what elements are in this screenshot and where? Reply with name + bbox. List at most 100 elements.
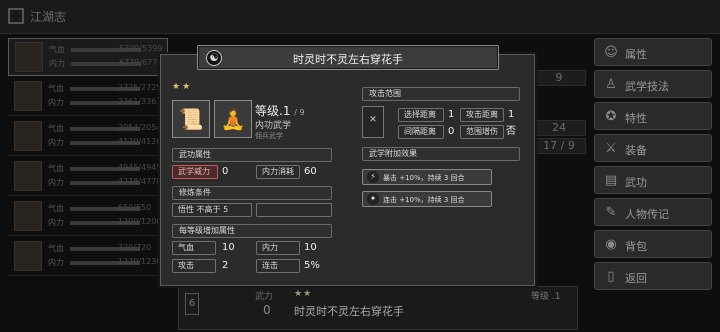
roster-row[interactable]: 气血 650/650 内力 1200/1200 [8,198,168,236]
effect-text: 连击 +10%，持续 3 回合 [383,196,465,204]
menu-bag-button[interactable]: ◉ 背包 [594,230,712,258]
menu-label: 返回 [625,272,647,285]
roster-value: 5399/5399 [119,44,163,53]
menu-traits-button[interactable]: ✪ 特性 [594,102,712,130]
roster-label: 气血 [48,204,64,213]
bonus-label: 内力 [256,241,300,255]
skill-level: 等级 .1 [531,292,561,302]
menu-equipment-button[interactable]: ⚔ 装备 [594,134,712,162]
bonus-label: 连击 [256,259,300,273]
bonus-value: 10 [222,242,235,253]
slot-number: 6 [185,293,199,315]
effect-item: ✦ 连击 +10%，持续 3 回合 [362,191,492,207]
stat-cell: 17 / 9 [532,138,586,154]
rank-stars: ★★ [172,82,193,92]
range-value: 1 [448,109,455,120]
roster-value: 3361/3361 [118,97,162,106]
level-text: 等级.1 [255,104,291,118]
cost-value: 60 [304,166,317,177]
skill-list-row[interactable]: 6 武力 0 ★★ 时灵时不灵左右穿花手 等级 .1 [178,286,578,330]
roster-row[interactable]: 气血 720/720 内力 1230/1230 [8,238,168,276]
roster-value: 1200/1200 [118,217,162,226]
roster-value: 720/720 [118,243,152,252]
menu-label: 属性 [625,48,647,61]
section-requirements: 修炼条件 [172,186,332,200]
roster-row[interactable]: 气血 2725/2725 内力 3361/3361 [8,78,168,116]
stat-cell: 24 [532,120,586,136]
menu-kungfu-button[interactable]: ▤ 武功 [594,166,712,194]
menu-label: 武功 [625,176,647,189]
trait-icon: ✪ [605,109,617,124]
roster-value: 4120/4120 [118,137,162,146]
range-label: 间隔距离 [398,125,444,139]
martial-icon: ♙ [605,77,617,92]
party-roster: 气血 5399/5399 内力 6779/6779 气血 2725/2725 内… [8,38,168,328]
skill-type: 内功武学 [255,121,292,131]
power-label: 武学威力 [172,165,218,179]
menu-martial-button[interactable]: ♙ 武学技法 [594,70,712,98]
bonus-value: 2 [222,260,229,271]
bonus-label: 气血 [172,241,216,255]
power-value: 0 [222,166,229,177]
roster-row[interactable]: 气血 2054/2054 内力 4120/4120 [8,118,168,156]
cost-label: 内力消耗 [256,165,300,179]
stat-cell: 9 [532,70,586,86]
skill-name: 时灵时不灵左右穿花手 [294,305,404,318]
effect-text: 暴击 +10%，持续 3 回合 [383,174,465,182]
top-bar: 江湖志 [0,0,720,34]
menu-icon[interactable] [8,8,24,24]
portrait [15,42,43,72]
roster-row[interactable]: 气血 5399/5399 内力 6779/6779 [8,38,168,76]
menu-biography-button[interactable]: ✎ 人物传记 [594,198,712,226]
range-label: 攻击距离 [460,108,504,122]
top-bar-title: 江湖志 [30,10,67,24]
range-label: 选择距离 [398,108,444,122]
bonus-label: 攻击 [172,259,216,273]
portrait [14,121,42,151]
section-effects: 武学附加效果 [362,147,520,161]
bonus-value: 10 [304,242,317,253]
roster-label: 内力 [48,258,64,267]
menu-attributes-button[interactable]: ☺ 属性 [594,38,712,66]
back-icon: ▯ [607,269,615,284]
menu-label: 人物传记 [625,208,669,221]
roster-label: 气血 [48,164,64,173]
range-value: 否 [506,126,516,137]
skill-icon: 📜 [172,100,210,138]
roster-value: 6779/6779 [119,58,163,67]
combo-icon: ✦ [367,193,379,205]
roster-label: 气血 [48,124,64,133]
scroll-icon: 📜 [178,107,204,131]
roster-label: 内力 [48,218,64,227]
roster-label: 气血 [48,84,64,93]
roster-label: 内力 [49,59,65,68]
book-icon: ▤ [604,173,618,188]
meditation-icon: 🧘 [220,107,246,131]
bag-icon: ◉ [605,237,617,252]
bonus-value: 5% [304,260,320,271]
roster-label: 气血 [49,45,65,54]
menu-label: 特性 [625,112,647,125]
roster-row[interactable]: 气血 4945/4945 内力 4778/4778 [8,158,168,196]
range-value: 0 [448,126,455,137]
rank-stars: ★★ [294,289,313,299]
section-range: 攻击范围 [362,87,520,101]
menu-back-button[interactable]: ▯ 返回 [594,262,712,290]
scroll-icon: ✎ [605,205,617,220]
roster-value: 2725/2725 [118,83,162,92]
skill-source: 佣兵武学 [255,132,283,140]
roster-label: 内力 [48,98,64,107]
range-label: 范围增伤 [460,125,504,139]
portrait [14,241,42,271]
roster-value: 4778/4778 [118,177,162,186]
range-marker-icon: ✕ [369,115,377,125]
section-level-bonus: 每等级增加属性 [172,224,332,238]
dialog-title: 时灵时不灵左右穿花手 [293,53,403,66]
menu-label: 武学技法 [625,80,669,93]
stance-icon: 🧘 [214,100,252,138]
range-grid: ✕ [362,106,384,138]
sword-icon: ⚔ [605,141,617,156]
effect-item: ⚡ 暴击 +10%，持续 3 回合 [362,169,492,185]
menu-label: 装备 [625,144,647,157]
requirement-field-empty [256,203,332,217]
